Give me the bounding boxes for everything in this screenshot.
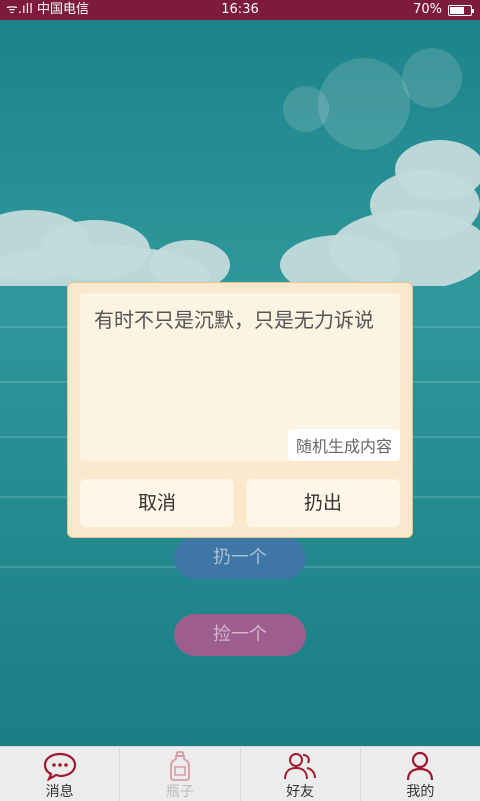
friends-icon — [284, 753, 317, 780]
message-text[interactable]: 有时不只是沉默，只是无力诉说 — [94, 307, 394, 333]
status-right: 70% — [413, 0, 474, 20]
random-content-button[interactable]: 随机生成内容 — [287, 429, 400, 461]
nav-label: 消息 — [45, 784, 74, 800]
throw-button[interactable]: 扔出 — [246, 479, 400, 527]
profile-icon — [407, 751, 434, 781]
nav-item-messages[interactable]: 消息 — [0, 747, 121, 801]
message-icon — [43, 752, 76, 781]
throw-one-button[interactable]: 扔一个 — [174, 537, 306, 579]
status-bar: ᯤ.ıll 中国电信 16:36 70% — [0, 0, 480, 20]
pick-one-button[interactable]: 捡一个 — [174, 614, 306, 656]
nav-item-bottle[interactable]: 瓶子 — [120, 747, 241, 801]
bottom-nav: 消息 瓶子 好友 我的 — [0, 746, 480, 801]
nav-label: 瓶子 — [165, 784, 194, 800]
nav-label: 我的 — [406, 784, 435, 800]
cancel-button[interactable]: 取消 — [80, 479, 234, 527]
nav-label: 好友 — [286, 784, 315, 800]
battery-percent: 70% — [413, 2, 442, 17]
clock: 16:36 — [221, 2, 259, 17]
throw-bottle-dialog: 有时不只是沉默，只是无力诉说 随机生成内容 取消 扔出 — [67, 282, 413, 538]
nav-item-friends[interactable]: 好友 — [241, 747, 361, 801]
message-input[interactable]: 有时不只是沉默，只是无力诉说 随机生成内容 — [80, 293, 400, 461]
battery-icon — [448, 4, 474, 16]
bottle-icon — [169, 751, 190, 781]
nav-item-profile[interactable]: 我的 — [361, 747, 480, 801]
